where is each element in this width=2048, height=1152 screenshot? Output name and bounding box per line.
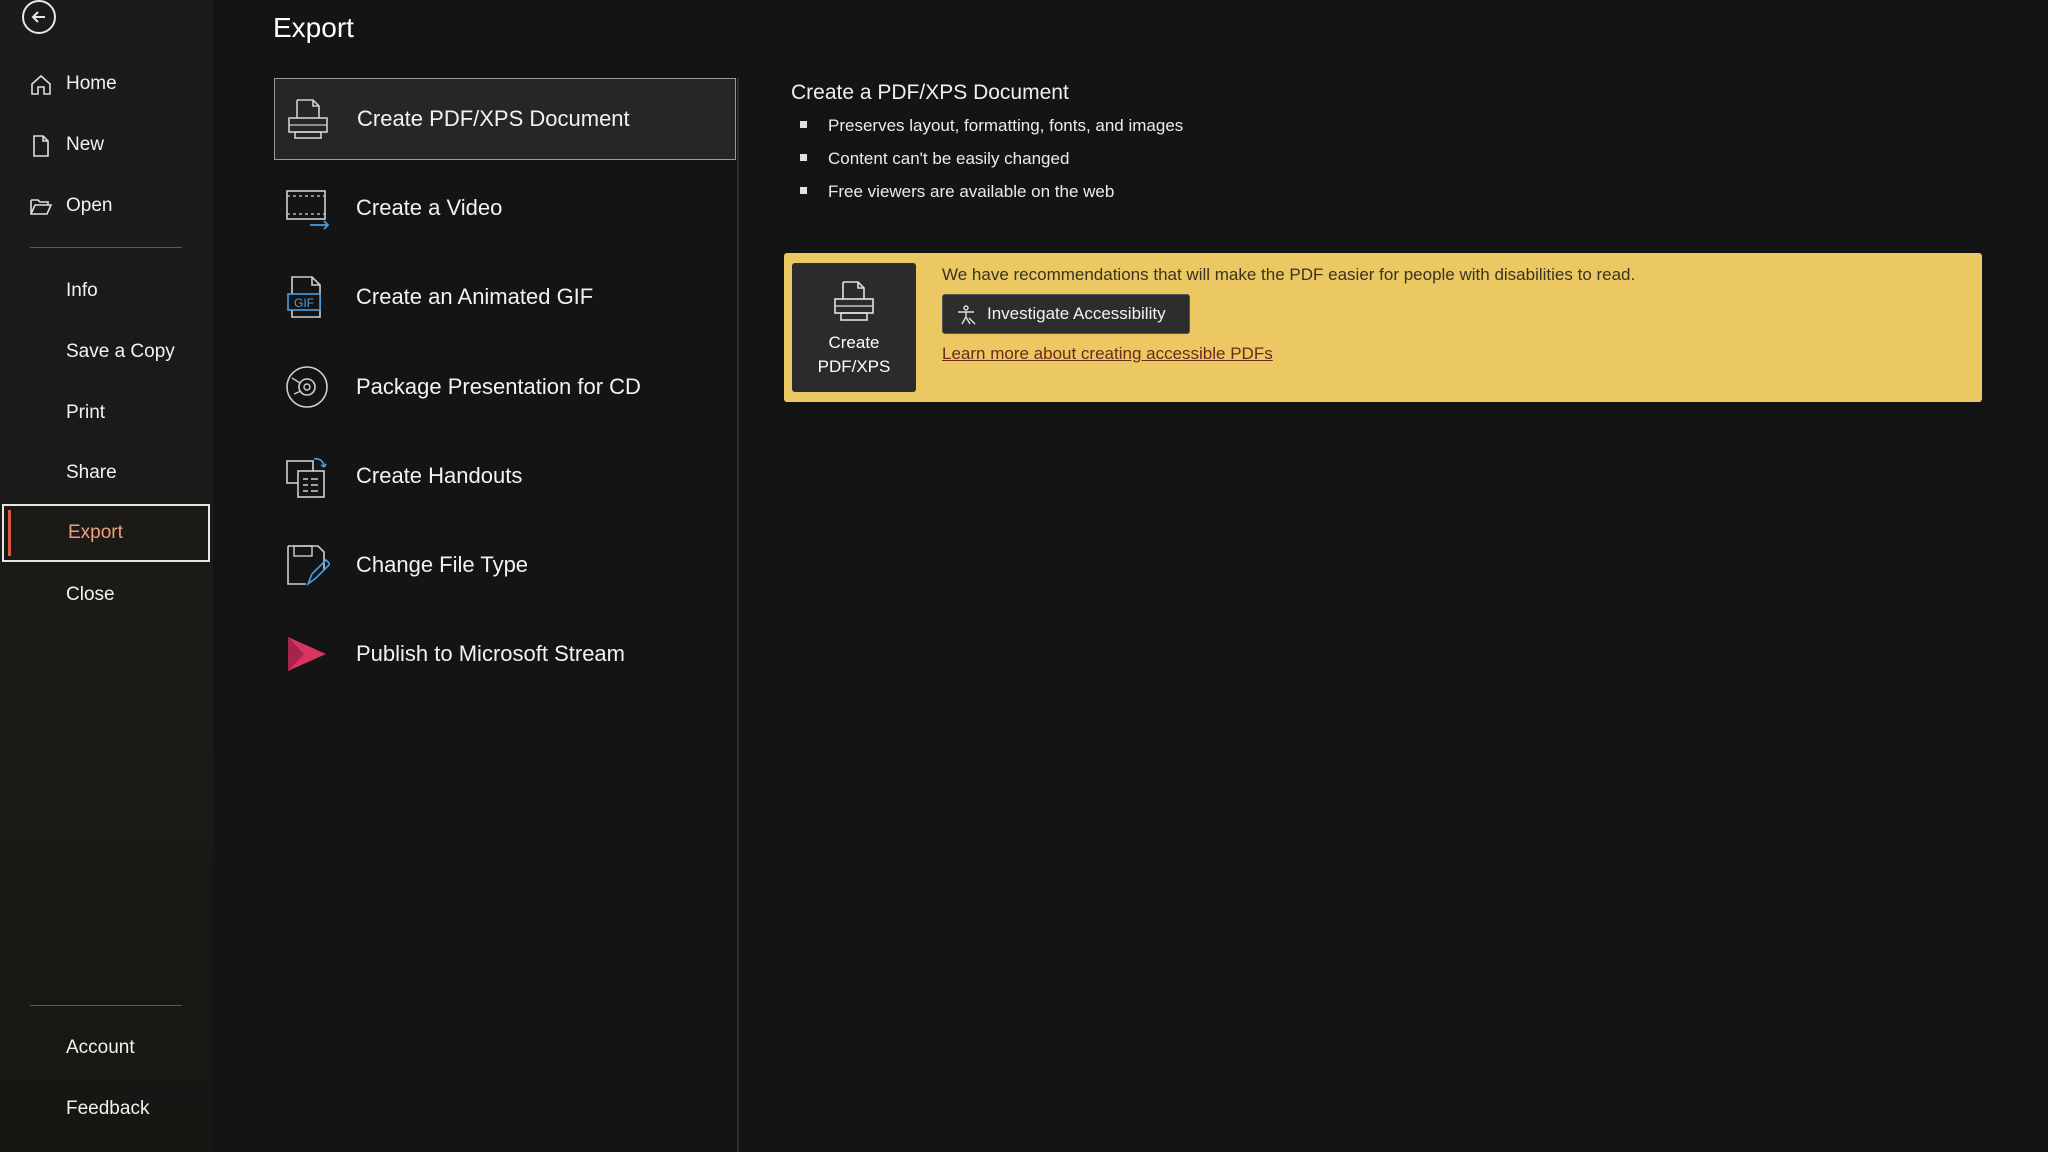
detail-bullet: Free viewers are available on the web [798,178,1183,211]
svg-text:GIF: GIF [294,296,314,310]
new-document-icon [33,135,49,157]
sidebar-item-label: Close [66,584,115,605]
export-option-label: Change File Type [356,552,529,577]
sidebar-item-label: Open [66,195,113,216]
detail-bullets: Preserves layout, formatting, fonts, and… [798,112,1183,211]
export-option-change-file-type[interactable]: Change File Type [274,524,736,606]
export-option-create-handouts[interactable]: Create Handouts [274,435,736,517]
detail-bullet: Content can't be easily changed [798,145,1183,178]
learn-more-link[interactable]: Learn more about creating accessible PDF… [942,344,1273,364]
export-option-publish-stream[interactable]: Publish to Microsoft Stream [274,613,736,695]
sidebar-item-label: Home [66,73,117,94]
sidebar-item-new[interactable]: New [0,117,213,173]
home-icon [31,74,51,95]
export-option-label: Create an Animated GIF [356,284,594,309]
sidebar-item-share[interactable]: Share [0,445,213,501]
cd-icon [286,366,328,408]
microsoft-stream-icon [288,637,326,671]
export-option-label: Package Presentation for CD [356,374,641,399]
sidebar-divider [30,247,182,248]
export-option-create-video[interactable]: Create a Video [274,167,736,249]
export-option-create-pdf-xps[interactable]: Create PDF/XPS Document [274,78,736,160]
back-button[interactable] [22,0,56,34]
accessibility-message: We have recommendations that will make t… [942,265,1636,284]
export-option-label: Create Handouts [356,463,523,488]
investigate-accessibility-label: Investigate Accessibility [987,304,1166,323]
sidebar-item-label: Save a Copy [66,341,175,362]
sidebar-item-feedback[interactable]: Feedback [0,1081,213,1137]
sidebar-item-print[interactable]: Print [0,385,213,441]
change-file-type-icon [287,545,330,587]
export-option-label: Create PDF/XPS Document [357,106,630,131]
sidebar-item-label: Account [66,1037,135,1058]
sidebar-item-label: New [66,134,105,155]
sidebar-item-home[interactable]: Home [0,56,213,112]
backstage-sidebar: Home New Open Info Save a Copy Print Sha… [0,0,213,1152]
back-arrow-icon [31,11,45,23]
accessibility-icon [958,305,976,325]
sidebar-item-save-a-copy[interactable]: Save a Copy [0,324,213,380]
pdf-document-icon [834,281,874,321]
gif-icon: GIF [287,276,321,318]
sidebar-item-label: Share [66,462,117,483]
sidebar-item-label: Info [66,280,98,301]
investigate-accessibility-button[interactable]: Investigate Accessibility [942,294,1190,334]
sidebar-item-open[interactable]: Open [0,178,213,234]
folder-open-icon [30,199,53,215]
sidebar-item-label: Export [68,522,123,543]
sidebar-item-close[interactable]: Close [0,567,213,623]
sidebar-item-info[interactable]: Info [0,263,213,319]
detail-title: Create a PDF/XPS Document [791,81,1069,104]
pdf-document-icon [288,99,328,139]
export-option-label: Create a Video [356,195,503,220]
page-title: Export [273,12,354,43]
export-option-label: Publish to Microsoft Stream [356,641,625,666]
accessibility-banner: Create PDF/XPS We have recommendations t… [784,253,1982,402]
sidebar-item-export[interactable]: Export [2,504,210,562]
detail-bullet: Preserves layout, formatting, fonts, and… [798,112,1183,145]
create-pdf-xps-button[interactable]: Create PDF/XPS [792,263,916,392]
create-pdf-xps-label: Create PDF/XPS [817,333,891,376]
export-option-package-cd[interactable]: Package Presentation for CD [274,346,736,428]
handouts-icon [286,457,327,498]
sidebar-divider [30,1005,182,1006]
export-option-create-gif[interactable]: GIF Create an Animated GIF [274,256,736,338]
sidebar-item-label: Feedback [66,1098,150,1119]
sidebar-item-account[interactable]: Account [0,1020,213,1076]
sidebar-item-label: Print [66,402,106,423]
pane-divider [737,78,739,1152]
video-icon [286,190,330,230]
